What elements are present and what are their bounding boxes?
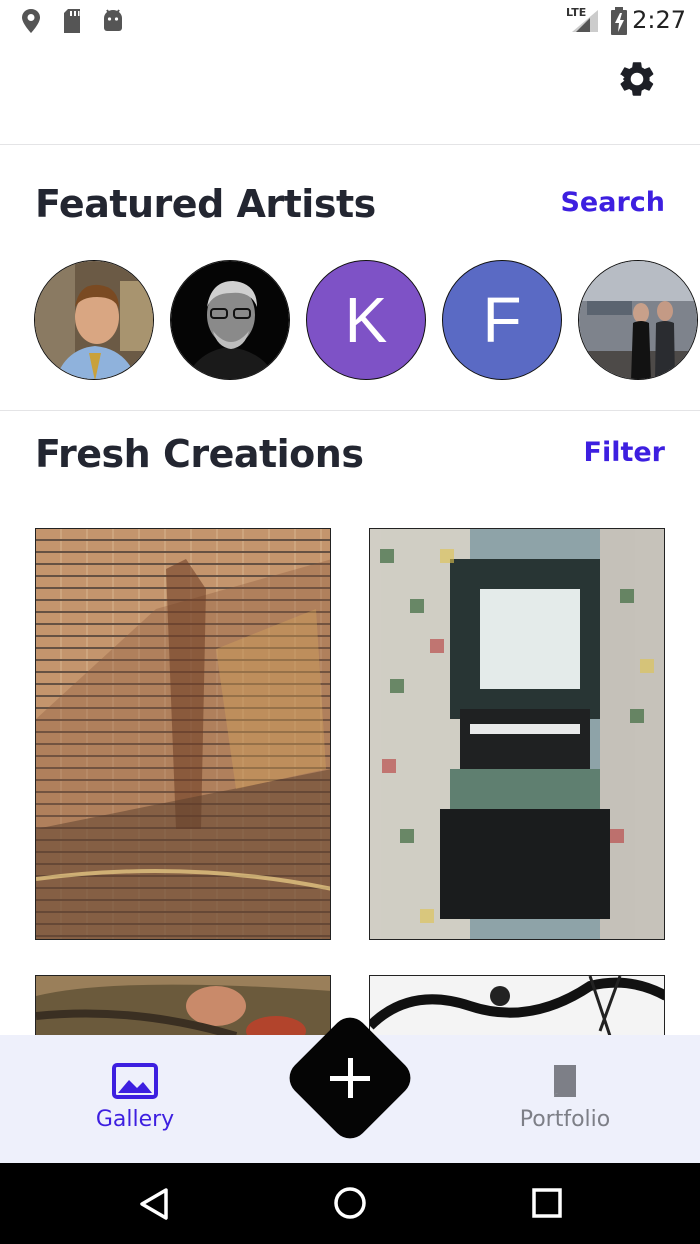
sd-card-icon	[64, 9, 80, 33]
recents-icon[interactable]	[531, 1187, 563, 1219]
nav-portfolio-label: Portfolio	[519, 1107, 611, 1132]
image-icon	[112, 1063, 158, 1099]
android-icon	[104, 9, 122, 31]
artist-avatar-1[interactable]	[34, 260, 154, 380]
status-bar: LTE 2:27	[0, 0, 700, 42]
book-icon	[554, 1065, 576, 1097]
gear-icon[interactable]	[616, 58, 658, 100]
signal-icon	[572, 10, 598, 32]
battery-charging-icon	[611, 7, 627, 35]
home-icon[interactable]	[333, 1186, 367, 1220]
artist-avatar-3[interactable]: K	[306, 260, 426, 380]
artist-avatar-2[interactable]	[170, 260, 290, 380]
location-icon	[22, 9, 40, 33]
back-icon[interactable]	[138, 1187, 170, 1221]
search-link[interactable]: Search	[560, 187, 665, 218]
artist-avatar-5[interactable]	[578, 260, 698, 380]
system-navigation-bar	[0, 1163, 700, 1244]
artwork-pixel-machine	[370, 529, 664, 939]
plus-icon	[330, 1058, 370, 1098]
fresh-creations-title: Fresh Creations	[35, 432, 364, 476]
nav-gallery-label: Gallery	[95, 1107, 175, 1132]
nav-gallery[interactable]: Gallery	[35, 1035, 235, 1163]
artist-avatar-4[interactable]: F	[442, 260, 562, 380]
section-divider	[0, 410, 700, 411]
filter-link[interactable]: Filter	[584, 437, 666, 468]
artwork-tile[interactable]	[369, 528, 665, 940]
artwork-tile[interactable]	[35, 528, 331, 940]
artist-photo-5	[579, 261, 697, 379]
artist-photo-1	[35, 261, 153, 379]
nav-portfolio[interactable]: Portfolio	[465, 1035, 665, 1163]
clock: 2:27	[632, 6, 686, 34]
artist-photo-2	[171, 261, 289, 379]
app-bar	[0, 42, 700, 145]
artwork-brick-building	[36, 529, 330, 939]
featured-artists-title: Featured Artists	[35, 182, 376, 226]
